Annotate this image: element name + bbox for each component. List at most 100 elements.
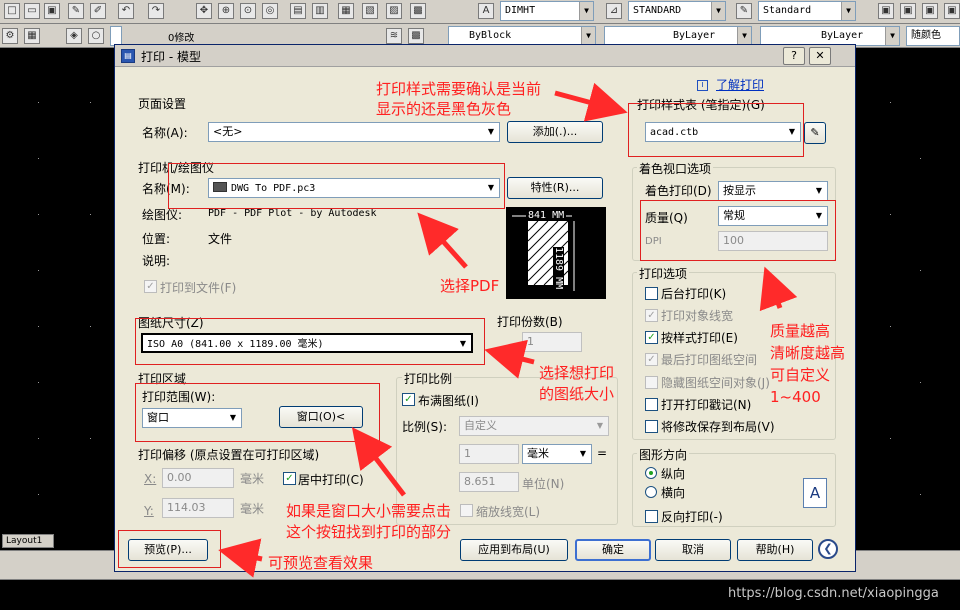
grid-dot <box>90 438 91 439</box>
help-dialog-button[interactable]: 帮助(H) <box>737 539 813 561</box>
save-icon[interactable]: ▣ <box>44 3 60 19</box>
edit-plot-style-button[interactable]: ✎ <box>804 122 826 144</box>
background-plot-label: 后台打印(K) <box>661 287 727 301</box>
background-plot-checkbox[interactable] <box>645 287 658 300</box>
help-button[interactable]: ? <box>783 47 805 65</box>
grid-dot <box>38 494 39 495</box>
pdf-note: 选择PDF <box>440 277 500 295</box>
grid-dot <box>890 214 891 215</box>
toolbar-icon-d[interactable]: ▣ <box>944 3 960 19</box>
dialog-titlebar[interactable]: ▤ 打印 - 模型 ? ✕ <box>115 45 855 67</box>
layer-icon[interactable]: ▦ <box>24 28 40 44</box>
table-style-combo[interactable]: Standard ▼ <box>758 1 856 21</box>
zoom-window-icon[interactable]: ⊙ <box>240 3 256 19</box>
collapse-icon[interactable]: ❮ <box>818 539 838 559</box>
scale-select[interactable]: 自定义 ▼ <box>459 416 609 436</box>
toolbar-icon-b[interactable]: ▣ <box>900 3 916 19</box>
ok-button[interactable]: 确定 <box>575 539 651 561</box>
standard-toolbar: □ ▭ ▣ ✎ ✐ ↶ ↷ ✥ ⊕ ⊙ ◎ ▤ ▥ ▦ ▧ ▨ ▩ A DIMH… <box>0 0 960 24</box>
linetype-combo[interactable]: ByLayer ▼ <box>604 26 752 46</box>
scale-value-2[interactable]: 8.651 <box>459 472 519 492</box>
shaded-viewport-heading: 着色视口选项 <box>637 160 714 177</box>
table-style-icon[interactable]: ✎ <box>736 3 752 19</box>
scale-unit-select[interactable]: 毫米 ▼ <box>522 444 592 464</box>
plot-with-styles-checkbox[interactable]: ✓ <box>645 331 658 344</box>
plot-lineweights-label: 打印对象线宽 <box>661 309 734 323</box>
plot-to-file-checkbox[interactable]: ✓ <box>144 280 157 293</box>
layer-states-icon[interactable]: ▩ <box>408 28 424 44</box>
plot-stamp-checkbox[interactable] <box>645 398 658 411</box>
toolbar-icon-a[interactable]: ▣ <box>878 3 894 19</box>
grid-dot <box>90 326 91 327</box>
shade-plot-select[interactable]: 按显示 ▼ <box>718 181 828 201</box>
text-style-icon[interactable]: A <box>478 3 494 19</box>
zoom-icon[interactable]: ⊕ <box>218 3 234 19</box>
plot-options-heading: 打印选项 <box>637 265 690 282</box>
calculator-icon[interactable]: ▩ <box>410 3 426 19</box>
pan-icon[interactable]: ✥ <box>196 3 212 19</box>
fit-to-paper-checkbox[interactable]: ✓ <box>402 393 415 406</box>
apply-to-layout-button[interactable]: 应用到布局(U) <box>460 539 568 561</box>
layer-previous-icon[interactable]: ≋ <box>386 28 402 44</box>
copies-input[interactable]: 1 <box>522 332 582 352</box>
color-combo[interactable]: ByBlock ▼ <box>448 26 596 46</box>
layer-combo[interactable] <box>110 26 122 46</box>
preview-note: 可预览查看效果 <box>268 554 374 572</box>
plot-scale-heading: 打印比例 <box>402 370 455 387</box>
page-setup-select[interactable]: <无> ▼ <box>208 122 500 142</box>
zoom-previous-icon[interactable]: ◎ <box>262 3 278 19</box>
plot-lineweights-checkbox[interactable]: ✓ <box>645 309 658 322</box>
paperspace-last-label: 最后打印图纸空间 <box>661 353 758 367</box>
reverse-plot-checkbox[interactable] <box>645 510 658 523</box>
new-file-icon[interactable]: □ <box>4 3 20 19</box>
design-center-icon[interactable]: ▥ <box>312 3 328 19</box>
scale-lineweights-label: 缩放线宽(L) <box>476 505 541 519</box>
portrait-radio[interactable] <box>645 467 657 479</box>
bulb-icon[interactable]: ○ <box>88 28 104 44</box>
text-style-combo[interactable]: STANDARD ▼ <box>628 1 726 21</box>
orientation-heading: 图形方向 <box>637 446 690 463</box>
offset-y-unit: 毫米 <box>240 502 265 516</box>
highlight-paper-size <box>135 318 485 365</box>
layout-tab[interactable]: Layout1 <box>2 534 54 548</box>
close-button[interactable]: ✕ <box>809 47 831 65</box>
hide-paperspace-checkbox[interactable] <box>645 376 658 389</box>
info-icon: i <box>697 80 708 91</box>
pencil-icon[interactable]: ✎ <box>68 3 84 19</box>
dim-style-icon[interactable]: ⊿ <box>606 3 622 19</box>
highlight-plot-range <box>135 383 380 442</box>
page-setup-name-label: 名称(A): <box>142 126 188 140</box>
sheet-set-icon[interactable]: ▧ <box>362 3 378 19</box>
cancel-button[interactable]: 取消 <box>655 539 731 561</box>
scale-lineweights-checkbox[interactable] <box>460 504 473 517</box>
landscape-radio[interactable] <box>645 486 657 498</box>
open-file-icon[interactable]: ▭ <box>24 3 40 19</box>
add-page-setup-button[interactable]: 添加(.)... <box>507 121 603 143</box>
center-plot-checkbox[interactable]: ✓ <box>283 472 296 485</box>
gear-icon[interactable]: ⚙ <box>2 28 18 44</box>
layer-manager-icon[interactable]: ◈ <box>66 28 82 44</box>
markup-icon[interactable]: ▨ <box>386 3 402 19</box>
save-to-layout-checkbox[interactable] <box>645 420 658 433</box>
grid-dot <box>890 438 891 439</box>
brush-icon[interactable]: ✐ <box>90 3 106 19</box>
printer-properties-button[interactable]: 特性(R)... <box>507 177 603 199</box>
quality-note-line3: 可自定义 <box>770 366 831 384</box>
offset-x-input[interactable]: 0.00 <box>162 468 234 488</box>
tool-palette-icon[interactable]: ▦ <box>338 3 354 19</box>
paper-preview: 841 MM 1189 MM <box>506 207 606 299</box>
highlight-printer <box>168 163 505 209</box>
redo-icon[interactable]: ↷ <box>148 3 164 19</box>
lineweight-combo[interactable]: ByLayer ▼ <box>760 26 900 46</box>
plotstyle-combo[interactable]: 随颜色 <box>906 26 960 46</box>
offset-y-input[interactable]: 114.03 <box>162 498 234 518</box>
dim-style-combo[interactable]: DIMHT ▼ <box>500 1 594 21</box>
grid-dot <box>38 326 39 327</box>
properties-icon[interactable]: ▤ <box>290 3 306 19</box>
hide-paperspace-label: 隐藏图纸空间对象(J) <box>661 376 770 390</box>
toolbar-icon-c[interactable]: ▣ <box>922 3 938 19</box>
paperspace-last-checkbox[interactable]: ✓ <box>645 353 658 366</box>
scale-value-1[interactable]: 1 <box>459 444 519 464</box>
undo-icon[interactable]: ↶ <box>118 3 134 19</box>
help-link[interactable]: 了解打印 <box>716 76 764 93</box>
